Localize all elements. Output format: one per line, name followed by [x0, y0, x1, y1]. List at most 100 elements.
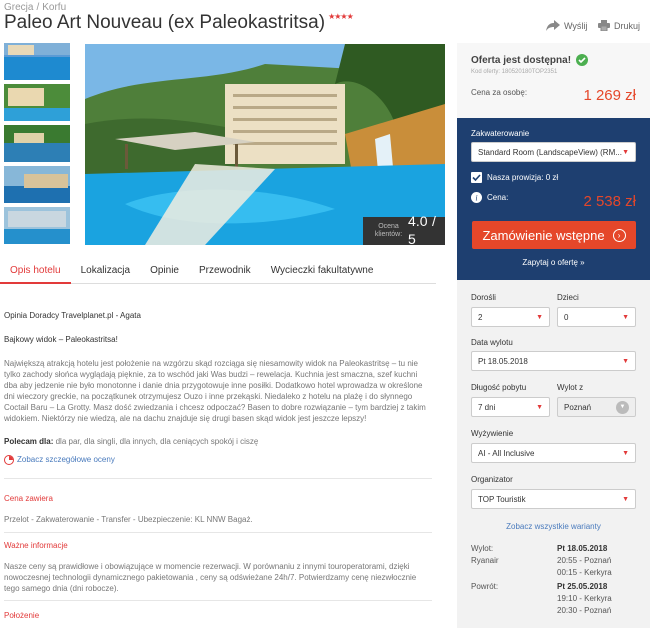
divider [4, 478, 432, 479]
price-per-person-label: Cena za osobę: [471, 88, 528, 97]
customer-rating: Ocena klientów: 4.0 / 5 [363, 213, 445, 245]
outbound-arrival: 00:15 - Kerkyra [557, 568, 612, 577]
gallery-thumbnail[interactable] [4, 43, 70, 80]
departure-from-value: Poznań [564, 402, 592, 412]
chevron-down-icon: ▼ [622, 449, 629, 457]
board-label: Wyżywienie [471, 429, 514, 438]
offer-status-label: Oferta jest dostępna! [471, 54, 572, 66]
send-button[interactable]: Wyślij [546, 20, 587, 31]
divider [4, 600, 432, 601]
board-value: AI - All Inclusive [478, 448, 535, 458]
description-body: Największą atrakcją hotelu jest położeni… [4, 359, 426, 423]
organizer-value: TOP Touristik [478, 494, 526, 504]
total-price-row: i Cena: [471, 192, 508, 203]
recommended-for: Polecam dla: dla par, dla singli, dla in… [4, 436, 432, 447]
duration-value: 7 dni [478, 402, 496, 412]
gallery-thumbnail[interactable] [4, 166, 70, 203]
checkbox-checked-icon [471, 172, 482, 183]
gallery-thumbnail[interactable] [4, 207, 70, 244]
location-title: Położenie [4, 611, 40, 620]
chevron-down-icon: ▼ [536, 403, 543, 411]
accommodation-select[interactable]: Standard Room (LandscapeView) (RM... ▼ [471, 142, 636, 162]
children-label: Dzieci [557, 293, 579, 302]
offer-status: Oferta jest dostępna! [471, 54, 589, 66]
important-info-title: Ważne informacje [4, 541, 68, 550]
gallery-thumbnail[interactable] [4, 84, 70, 121]
commission-label: Nasza prowizja: 0 zł [487, 173, 559, 182]
chevron-down-icon: ▼ [536, 313, 543, 321]
important-info-text: Nasze ceny są prawidłowe i obowiązujące … [4, 562, 417, 593]
print-button[interactable]: Drukuj [598, 20, 640, 31]
duration-label: Długość pobytu [471, 383, 527, 392]
chevron-down-icon: ▼ [622, 313, 629, 321]
departure-date-select[interactable]: Pt 18.05.2018 ▼ [471, 351, 636, 371]
price-includes-text: Przelot - Zakwaterowanie - Transfer - Ub… [4, 515, 253, 524]
share-icon [546, 20, 560, 31]
advisor-opinion-title: Opinia Doradcy Travelplanet.pl - Agata [4, 311, 141, 320]
duration-select[interactable]: 7 dni ▼ [471, 397, 550, 417]
all-variants-link[interactable]: Zobacz wszystkie warianty [457, 522, 650, 531]
chart-icon [4, 454, 14, 465]
return-date: Pt 25.05.2018 [557, 582, 608, 591]
chevron-down-icon: ▼ [622, 357, 629, 365]
rating-label: Ocena klientów: [374, 223, 403, 238]
chevron-down-icon: ▼ [622, 495, 629, 503]
tab-location[interactable]: Lokalizacja [71, 258, 140, 284]
chevron-down-icon: ▼ [622, 148, 629, 156]
chevron-down-icon: ▼ [616, 400, 629, 414]
accommodation-value: Standard Room (LandscapeView) (RM... [478, 147, 622, 157]
airline-name: Ryanair [471, 556, 499, 565]
hotel-title: Paleo Art Nouveau (ex Paleokastritsa) ★★★… [4, 12, 354, 34]
price-includes-title: Cena zawiera [4, 494, 53, 503]
recommended-label: Polecam dla: [4, 437, 54, 446]
departure-from-label: Wylot z [557, 383, 584, 392]
outbound-label: Wylot: [471, 544, 494, 553]
detailed-ratings-label: Zobacz szczegółowe oceny [17, 455, 115, 464]
total-price-label: Cena: [487, 193, 509, 202]
adults-select[interactable]: 2 ▼ [471, 307, 550, 327]
return-arrival: 20:30 - Poznań [557, 606, 612, 615]
order-button-label: Zamówienie wstępne [482, 227, 605, 243]
children-value: 0 [564, 312, 569, 322]
price-per-person: 1 269 zł [583, 87, 636, 104]
recommended-text: dla par, dla singli, dla innych, dla cen… [55, 437, 259, 446]
hotel-tabs: Opis hotelu Lokalizacja Opinie Przewodni… [0, 258, 436, 284]
commission-checkbox[interactable]: Nasza prowizja: 0 zł [471, 172, 558, 183]
return-departure: 19:10 - Kerkyra [557, 594, 612, 603]
ask-about-offer-link[interactable]: Zapytaj o ofertę » [457, 258, 650, 267]
outbound-date: Pt 18.05.2018 [557, 544, 608, 553]
return-label: Powrót: [471, 582, 499, 591]
tab-guide[interactable]: Przewodnik [189, 258, 261, 284]
departure-date-label: Data wylotu [471, 338, 513, 347]
board-select[interactable]: AI - All Inclusive ▼ [471, 443, 636, 463]
tab-excursions[interactable]: Wycieczki fakultatywne [261, 258, 384, 284]
adults-value: 2 [478, 312, 483, 322]
departure-from-select[interactable]: Poznań ▼ [557, 397, 636, 417]
gallery-thumbnail[interactable] [4, 125, 70, 162]
detailed-ratings-link[interactable]: Zobacz szczegółowe oceny [4, 454, 432, 465]
rating-value: 4.0 [408, 213, 428, 229]
description-headline: Bajkowy widok – Paleokastritsa! [4, 335, 118, 344]
order-button[interactable]: Zamówienie wstępne › [472, 221, 636, 249]
adults-label: Dorośli [471, 293, 496, 302]
children-select[interactable]: 0 ▼ [557, 307, 636, 327]
organizer-label: Organizator [471, 475, 513, 484]
main-hotel-photo[interactable]: Ocena klientów: 4.0 / 5 [85, 44, 445, 245]
info-icon: i [471, 192, 482, 203]
hotel-stars: ★★★★ [328, 12, 354, 21]
tab-reviews[interactable]: Opinie [140, 258, 189, 284]
organizer-select[interactable]: TOP Touristik ▼ [471, 489, 636, 509]
hotel-name: Paleo Art Nouveau (ex Paleokastritsa) [4, 12, 326, 33]
tab-description[interactable]: Opis hotelu [0, 258, 71, 284]
accommodation-label: Zakwaterowanie [471, 129, 530, 138]
check-circle-icon [576, 54, 589, 66]
printer-icon [598, 20, 610, 31]
offer-code: Kod oferty: 180520180TOP2351 [471, 69, 558, 75]
print-label: Drukuj [614, 20, 641, 31]
departure-date-value: Pt 18.05.2018 [478, 356, 528, 366]
total-price: 2 538 zł [583, 193, 636, 210]
outbound-departure: 20:55 - Poznań [557, 556, 612, 565]
divider [4, 532, 432, 533]
send-label: Wyślij [564, 20, 588, 31]
arrow-right-icon: › [612, 228, 626, 242]
